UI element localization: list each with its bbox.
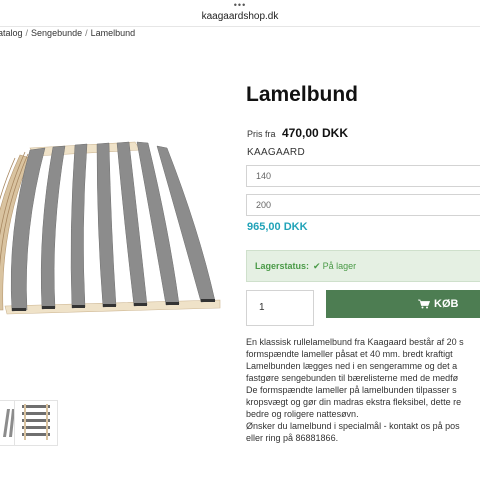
stock-value: På lager [322, 261, 357, 271]
browser-address-bar: ••• kaagaardshop.dk [0, 0, 480, 27]
product-title: Lamelbund [246, 83, 359, 106]
stock-status: Lagerstatus: ✔ På lager [246, 250, 480, 282]
brand-name: KAAGAARD [247, 147, 305, 158]
check-icon: ✔ [313, 261, 321, 271]
breadcrumb-item-catalog[interactable]: atalog [0, 28, 23, 38]
price-line: Pris fra 470,00 DKK [247, 124, 348, 142]
buy-button-label: KØB [434, 298, 459, 310]
stock-label: Lagerstatus: [255, 261, 310, 271]
breadcrumb: atalog / Sengebunde / Lamelbund [0, 28, 135, 38]
breadcrumb-item-sengebunde[interactable]: Sengebunde [31, 28, 82, 38]
buy-button[interactable]: KØB [326, 290, 480, 318]
breadcrumb-separator: / [85, 28, 88, 38]
length-select[interactable]: 200 [246, 194, 480, 216]
description-line: Ønsker du lamelbund i specialmål - konta… [246, 421, 460, 431]
grey-slats [10, 141, 216, 312]
browser-menu-dots[interactable]: ••• [0, 1, 480, 10]
breadcrumb-separator: / [25, 28, 29, 38]
description-line: eller ring på 86881866. [246, 433, 339, 443]
description-line: formspændte lameller påsat et 40 mm. bre… [246, 349, 453, 359]
description-line: bedre og roligere nattesøvn. [246, 409, 359, 419]
product-description: En klassisk rullelamelbund fra Kaagaard … [246, 336, 480, 444]
price-value: 470,00 DKK [281, 126, 349, 140]
description-line: fastgøre sengebunden til bærelisterne me… [246, 373, 459, 383]
total-price: 965,00 DKK [247, 221, 308, 233]
breadcrumb-item-lamelbund[interactable]: Lamelbund [91, 28, 136, 38]
product-thumbnail-2[interactable] [14, 400, 58, 446]
width-select[interactable]: 140 [246, 165, 480, 187]
thumbnail-image [22, 404, 50, 440]
description-line: kropsvægt og gør din madras ekstra fleks… [246, 397, 462, 407]
description-line: De formspændte lameller på lamelbunden t… [246, 385, 457, 395]
product-image[interactable] [0, 130, 235, 320]
price-label: Pris fra [247, 129, 276, 139]
browser-domain[interactable]: kaagaardshop.dk [0, 11, 480, 22]
quantity-input[interactable]: 1 [246, 290, 314, 326]
description-line: Lamelbunden lægges ned i en sengeramme o… [246, 361, 458, 371]
shopping-cart-icon [418, 299, 430, 309]
description-line: En klassisk rullelamelbund fra Kaagaard … [246, 337, 464, 347]
